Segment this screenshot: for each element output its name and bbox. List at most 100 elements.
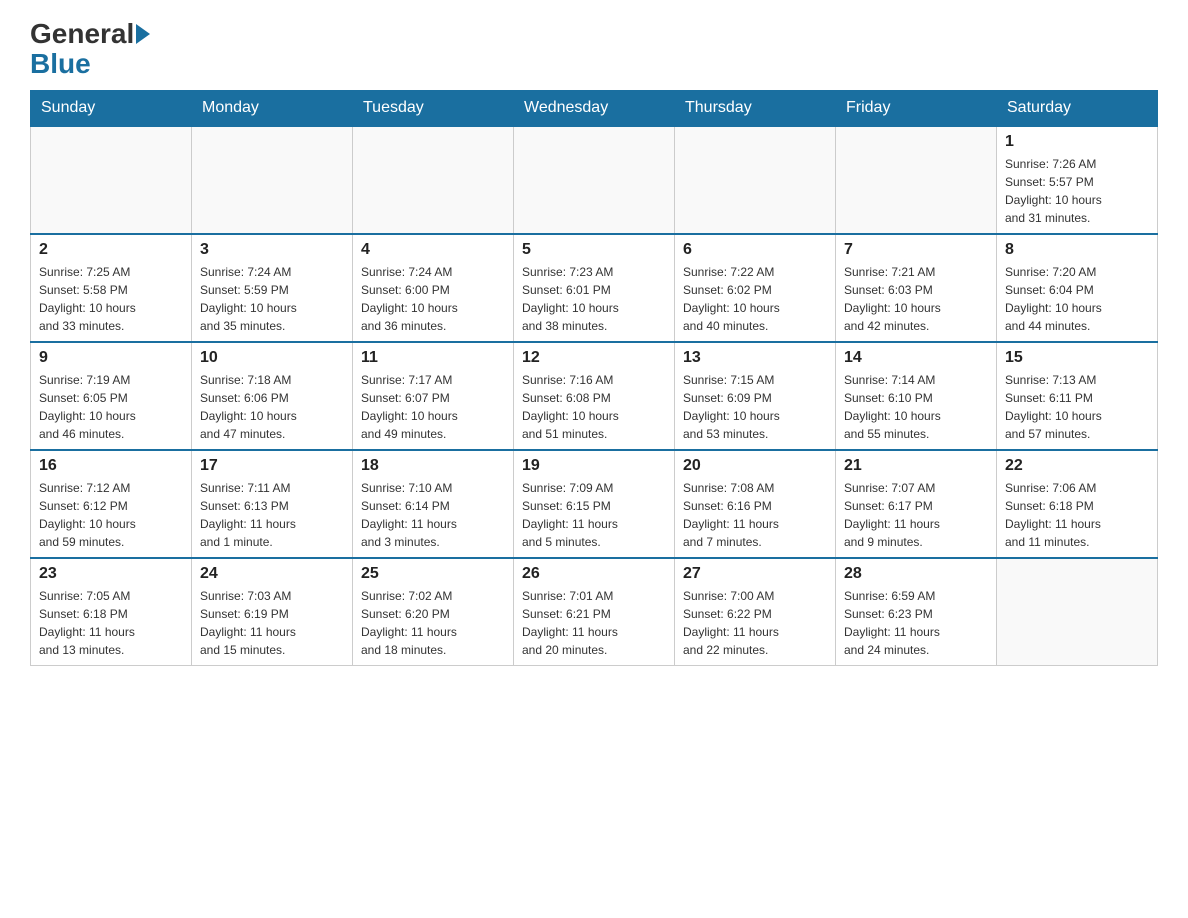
day-number: 15 [1005,349,1149,367]
week-row-2: 2 Sunrise: 7:25 AMSunset: 5:58 PMDaylight… [31,234,1158,342]
calendar-cell: 14Sunrise: 7:14 AMSunset: 6:10 PMDayligh… [836,342,997,450]
day-info: Sunrise: 7:22 AMSunset: 6:02 PMDaylight:… [683,263,827,335]
calendar-cell: 22 Sunrise: 7:06 AMSunset: 6:18 PMDayligh… [997,450,1158,558]
day-info: Sunrise: 7:26 AMSunset: 5:57 PMDaylight:… [1005,155,1149,227]
day-info: Sunrise: 7:08 AMSunset: 6:16 PMDaylight:… [683,479,827,551]
day-info: Sunrise: 7:06 AMSunset: 6:18 PMDaylight:… [1005,479,1149,551]
day-info: Sunrise: 7:21 AMSunset: 6:03 PMDaylight:… [844,263,988,335]
calendar-cell: 20 Sunrise: 7:08 AMSunset: 6:16 PMDayligh… [675,450,836,558]
calendar-cell: 25 Sunrise: 7:02 AMSunset: 6:20 PMDayligh… [353,558,514,666]
day-number: 27 [683,565,827,583]
day-info: Sunrise: 7:17 AMSunset: 6:07 PMDaylight:… [361,371,505,443]
day-info: Sunrise: 7:23 AMSunset: 6:01 PMDaylight:… [522,263,666,335]
page-header: General Blue [30,20,1158,80]
calendar-cell: 7 Sunrise: 7:21 AMSunset: 6:03 PMDaylight… [836,234,997,342]
calendar-cell: 8Sunrise: 7:20 AMSunset: 6:04 PMDaylight… [997,234,1158,342]
calendar-cell: 6 Sunrise: 7:22 AMSunset: 6:02 PMDaylight… [675,234,836,342]
calendar-cell: 23 Sunrise: 7:05 AMSunset: 6:18 PMDayligh… [31,558,192,666]
day-info: Sunrise: 7:18 AMSunset: 6:06 PMDaylight:… [200,371,344,443]
day-number: 8 [1005,241,1149,259]
day-number: 9 [39,349,183,367]
calendar-cell [997,558,1158,666]
calendar-cell [353,126,514,234]
weekday-header-sunday: Sunday [31,91,192,127]
calendar-cell [514,126,675,234]
weekday-header-thursday: Thursday [675,91,836,127]
weekday-header-saturday: Saturday [997,91,1158,127]
day-number: 1 [1005,133,1149,151]
calendar-cell: 3 Sunrise: 7:24 AMSunset: 5:59 PMDaylight… [192,234,353,342]
calendar-cell: 26 Sunrise: 7:01 AMSunset: 6:21 PMDayligh… [514,558,675,666]
weekday-header-tuesday: Tuesday [353,91,514,127]
calendar-cell: 15 Sunrise: 7:13 AMSunset: 6:11 PMDayligh… [997,342,1158,450]
day-info: Sunrise: 7:16 AMSunset: 6:08 PMDaylight:… [522,371,666,443]
week-row-5: 23 Sunrise: 7:05 AMSunset: 6:18 PMDayligh… [31,558,1158,666]
calendar-cell: 12 Sunrise: 7:16 AMSunset: 6:08 PMDayligh… [514,342,675,450]
calendar-cell: 17 Sunrise: 7:11 AMSunset: 6:13 PMDayligh… [192,450,353,558]
day-info: Sunrise: 7:19 AMSunset: 6:05 PMDaylight:… [39,371,183,443]
calendar-cell [192,126,353,234]
day-info: Sunrise: 7:01 AMSunset: 6:21 PMDaylight:… [522,587,666,659]
day-info: Sunrise: 6:59 AMSunset: 6:23 PMDaylight:… [844,587,988,659]
day-number: 4 [361,241,505,259]
calendar-cell [31,126,192,234]
calendar-cell: 2 Sunrise: 7:25 AMSunset: 5:58 PMDaylight… [31,234,192,342]
logo-general-text: General [30,20,134,48]
calendar-cell: 10 Sunrise: 7:18 AMSunset: 6:06 PMDayligh… [192,342,353,450]
day-info: Sunrise: 7:13 AMSunset: 6:11 PMDaylight:… [1005,371,1149,443]
logo-blue-text: Blue [30,48,91,80]
day-info: Sunrise: 7:02 AMSunset: 6:20 PMDaylight:… [361,587,505,659]
day-number: 2 [39,241,183,259]
day-number: 25 [361,565,505,583]
day-info: Sunrise: 7:05 AMSunset: 6:18 PMDaylight:… [39,587,183,659]
calendar-cell: 16 Sunrise: 7:12 AMSunset: 6:12 PMDayligh… [31,450,192,558]
calendar-cell: 11 Sunrise: 7:17 AMSunset: 6:07 PMDayligh… [353,342,514,450]
weekday-header-friday: Friday [836,91,997,127]
day-info: Sunrise: 7:10 AMSunset: 6:14 PMDaylight:… [361,479,505,551]
day-info: Sunrise: 7:12 AMSunset: 6:12 PMDaylight:… [39,479,183,551]
calendar-cell: 27 Sunrise: 7:00 AMSunset: 6:22 PMDayligh… [675,558,836,666]
calendar-cell: 19 Sunrise: 7:09 AMSunset: 6:15 PMDayligh… [514,450,675,558]
day-number: 20 [683,457,827,475]
week-row-1: 1 Sunrise: 7:26 AMSunset: 5:57 PMDaylight… [31,126,1158,234]
day-info: Sunrise: 7:24 AMSunset: 6:00 PMDaylight:… [361,263,505,335]
day-number: 21 [844,457,988,475]
calendar-cell: 18 Sunrise: 7:10 AMSunset: 6:14 PMDayligh… [353,450,514,558]
logo-arrow-icon [136,24,150,44]
weekday-header-monday: Monday [192,91,353,127]
calendar-cell: 5 Sunrise: 7:23 AMSunset: 6:01 PMDaylight… [514,234,675,342]
calendar-cell: 24 Sunrise: 7:03 AMSunset: 6:19 PMDayligh… [192,558,353,666]
day-info: Sunrise: 7:03 AMSunset: 6:19 PMDaylight:… [200,587,344,659]
day-number: 26 [522,565,666,583]
weekday-header-wednesday: Wednesday [514,91,675,127]
day-number: 12 [522,349,666,367]
day-number: 28 [844,565,988,583]
day-number: 16 [39,457,183,475]
week-row-4: 16 Sunrise: 7:12 AMSunset: 6:12 PMDayligh… [31,450,1158,558]
day-info: Sunrise: 7:11 AMSunset: 6:13 PMDaylight:… [200,479,344,551]
calendar-cell: 13Sunrise: 7:15 AMSunset: 6:09 PMDayligh… [675,342,836,450]
day-info: Sunrise: 7:07 AMSunset: 6:17 PMDaylight:… [844,479,988,551]
day-number: 24 [200,565,344,583]
day-info: Sunrise: 7:25 AMSunset: 5:58 PMDaylight:… [39,263,183,335]
day-number: 19 [522,457,666,475]
day-info: Sunrise: 7:09 AMSunset: 6:15 PMDaylight:… [522,479,666,551]
day-info: Sunrise: 7:15 AMSunset: 6:09 PMDaylight:… [683,371,827,443]
calendar-table: SundayMondayTuesdayWednesdayThursdayFrid… [30,90,1158,666]
day-number: 7 [844,241,988,259]
calendar-cell: 28 Sunrise: 6:59 AMSunset: 6:23 PMDayligh… [836,558,997,666]
day-number: 6 [683,241,827,259]
day-number: 14 [844,349,988,367]
day-number: 10 [200,349,344,367]
logo: General Blue [30,20,150,80]
day-info: Sunrise: 7:24 AMSunset: 5:59 PMDaylight:… [200,263,344,335]
day-number: 3 [200,241,344,259]
day-number: 18 [361,457,505,475]
day-number: 5 [522,241,666,259]
day-info: Sunrise: 7:00 AMSunset: 6:22 PMDaylight:… [683,587,827,659]
day-number: 22 [1005,457,1149,475]
calendar-cell: 9 Sunrise: 7:19 AMSunset: 6:05 PMDaylight… [31,342,192,450]
day-number: 17 [200,457,344,475]
day-number: 23 [39,565,183,583]
day-number: 11 [361,349,505,367]
